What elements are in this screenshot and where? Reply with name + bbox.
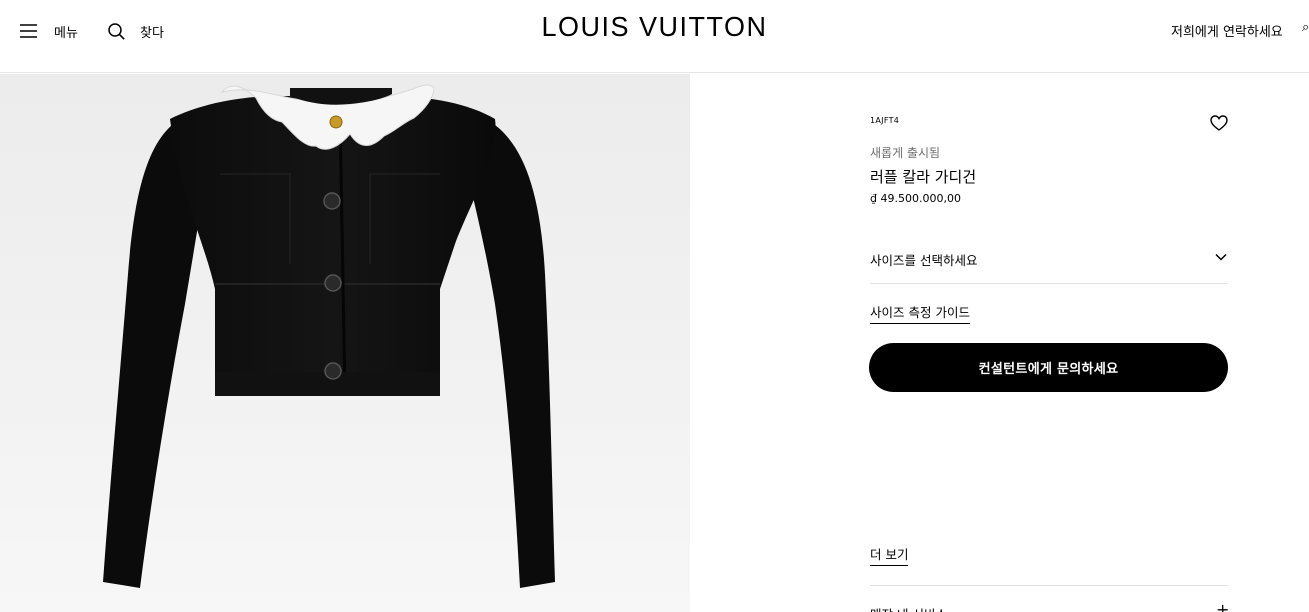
product-details-panel: 1AJFT4 새롭게 출시됨 러플 칼라 가디건 ₫ 49.500.000,00… — [690, 74, 1309, 612]
heart-icon — [1210, 115, 1228, 131]
product-sku: 1AJFT4 — [870, 116, 900, 125]
phone-icon[interactable]: ⌕ — [1302, 20, 1309, 35]
product-image[interactable] — [0, 74, 690, 612]
brand-logo-text: LOUIS VUITTON — [541, 11, 768, 43]
site-header: 메뉴 찾다 LOUIS VUITTON 저희에게 연락하세요 ⌕ — [0, 0, 1309, 73]
plus-icon[interactable]: + — [1216, 600, 1229, 612]
size-guide-link[interactable]: 사이즈 측정 가이드 — [870, 302, 970, 324]
store-services-toggle[interactable]: 매장 내 서비스 — [870, 604, 947, 612]
chevron-down-icon — [1215, 253, 1227, 261]
read-more-link[interactable]: 더 보기 — [870, 544, 909, 566]
wishlist-button[interactable] — [1209, 113, 1229, 133]
divider — [870, 585, 1228, 586]
contact-link[interactable]: 저희에게 연락하세요 — [1171, 21, 1283, 40]
brand-logo[interactable]: LOUIS VUITTON — [0, 12, 1309, 43]
contact-consultant-button[interactable]: 컨설턴트에게 문의하세요 — [869, 343, 1228, 392]
cardigan-illustration — [103, 84, 555, 588]
status-badge: 새롭게 출시됨 — [870, 146, 941, 160]
product-name: 러플 칼라 가디건 — [870, 168, 977, 186]
size-select-label: 사이즈를 선택하세요 — [870, 253, 978, 268]
product-price: ₫ 49.500.000,00 — [870, 192, 961, 205]
size-select[interactable]: 사이즈를 선택하세요 — [870, 242, 1228, 284]
